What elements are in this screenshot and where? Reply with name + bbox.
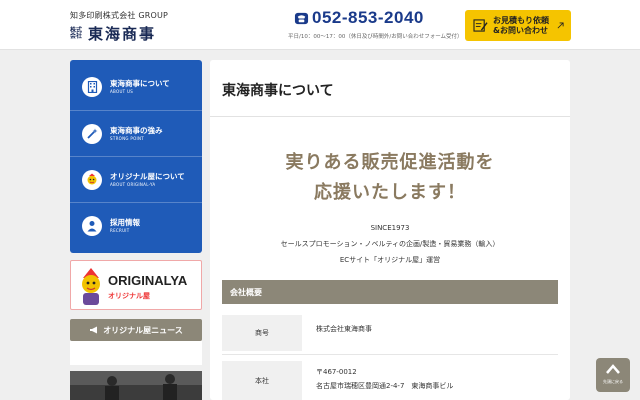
sidebar-item-label: オリジナル屋について: [110, 171, 185, 181]
sidebar-item-label: 東海商事の強み: [110, 125, 163, 135]
profile-row: 商号 株式会社東海商事: [222, 311, 558, 355]
megaphone-icon: [90, 326, 98, 334]
catchphrase: 実りある販売促進活動を 応援いたします！: [210, 148, 570, 208]
company-intro: SINCE1973 セールスプロモーション・ノベルティの企画/製造・貿易業務（輸…: [210, 220, 570, 268]
intro-business: セールスプロモーション・ノベルティの企画/製造・貿易業務（輸入）: [280, 240, 500, 248]
company-profile-heading: 会社概要: [222, 280, 558, 304]
postal-code: 〒467-0012: [316, 368, 357, 376]
catchphrase-line2: 応援いたします！: [314, 182, 466, 203]
phone-icon: [294, 12, 309, 24]
sidebar-item-sublabel: ABOUT US: [110, 89, 134, 94]
chevron-up-icon: [606, 364, 620, 374]
news-heading-label: オリジナル屋ニュース: [103, 325, 183, 335]
catchphrase-line1: 実りある販売促進活動を: [285, 152, 495, 173]
profile-value: 〒467-0012 名古屋市瑞穂区豊岡通2-4-7 東海商事ビル: [316, 365, 453, 393]
document-pen-icon: [473, 19, 488, 32]
mascot-icon: [82, 169, 102, 190]
address: 名古屋市瑞穂区豊岡通2-4-7 東海商事ビル: [316, 382, 454, 390]
main-content: 東海商事について 実りある販売促進活動を 応援いたします！ SINCE1973 …: [210, 60, 570, 400]
profile-value: 株式会社東海商事: [316, 322, 372, 336]
page-title: 東海商事について: [222, 83, 334, 99]
intro-since: SINCE1973: [370, 224, 410, 232]
sidebar-item-recruit[interactable]: 採用情報 RECRUIT: [70, 202, 202, 248]
business-hours: 平日/10：00〜17：00（休日及び時間外/お問い合わせフォーム受付）: [288, 34, 463, 40]
profile-label: 商号: [222, 315, 302, 351]
sidebar-nav: 東海商事について ABOUT US 東海商事の強み STRONG POINT オ…: [70, 60, 202, 253]
profile-label: 本社: [222, 361, 302, 400]
sidebar-item-sublabel: STRONG POINT: [110, 135, 145, 141]
site-logo[interactable]: 知多印刷株式会社 GROUP 株式会社 東海商事: [70, 10, 168, 44]
staff-photo: [70, 371, 202, 400]
profile-value-line1: 株式会社東海商事: [316, 325, 372, 333]
original-ya-news-heading[interactable]: オリジナル屋ニュース: [70, 319, 202, 341]
contact-label-line1: お見積もり依頼: [493, 15, 549, 25]
site-header: 知多印刷株式会社 GROUP 株式会社 東海商事 052-853-2040 平日…: [0, 0, 640, 50]
staff-photo-banner[interactable]: [70, 371, 202, 400]
divider: [210, 116, 570, 117]
logo-kabushiki: 株式会社: [70, 26, 83, 40]
building-icon: [82, 77, 102, 97]
sidebar-item-label: 採用情報: [110, 217, 140, 227]
original-ya-logo-text: ORIGINALYA: [108, 273, 188, 288]
mascot-icon: [82, 268, 100, 305]
sidebar-item-about-us[interactable]: 東海商事について ABOUT US: [70, 64, 202, 110]
sidebar-item-sublabel: RECRUIT: [110, 227, 130, 233]
original-ya-banner[interactable]: ORIGINALYA オリジナル屋: [70, 260, 202, 310]
back-to-top-label: 先頭に戻る: [603, 379, 623, 384]
contact-button-label: お見積もり依頼 &お問い合わせ: [493, 16, 549, 36]
profile-row: 本社 〒467-0012 名古屋市瑞穂区豊岡通2-4-7 東海商事ビル: [222, 357, 558, 400]
logo-company-name: 東海商事: [88, 25, 157, 43]
person-icon: [82, 215, 102, 236]
header-phone[interactable]: 052-853-2040: [294, 8, 424, 28]
logo-group-text: 知多印刷株式会社 GROUP: [70, 11, 169, 20]
news-list: [70, 341, 202, 365]
sidebar-item-original-ya[interactable]: オリジナル屋について ABOUT ORIGINAL-YA: [70, 156, 202, 202]
sidebar-item-strong-point[interactable]: 東海商事の強み STRONG POINT: [70, 110, 202, 156]
back-to-top-button[interactable]: 先頭に戻る: [596, 358, 630, 392]
phone-number: 052-853-2040: [312, 8, 424, 27]
contact-label-line2: &お問い合わせ: [493, 25, 548, 35]
external-link-icon: [557, 22, 564, 29]
contact-button[interactable]: お見積もり依頼 &お問い合わせ: [465, 10, 571, 41]
intro-ec-site: ECサイト「オリジナル屋」運営: [339, 256, 441, 264]
sidebar-item-label: 東海商事について: [110, 79, 170, 88]
wand-icon: [82, 123, 102, 144]
sidebar-item-sublabel: ABOUT ORIGINAL-YA: [110, 181, 156, 187]
original-ya-sub-text: オリジナル屋: [108, 292, 150, 300]
